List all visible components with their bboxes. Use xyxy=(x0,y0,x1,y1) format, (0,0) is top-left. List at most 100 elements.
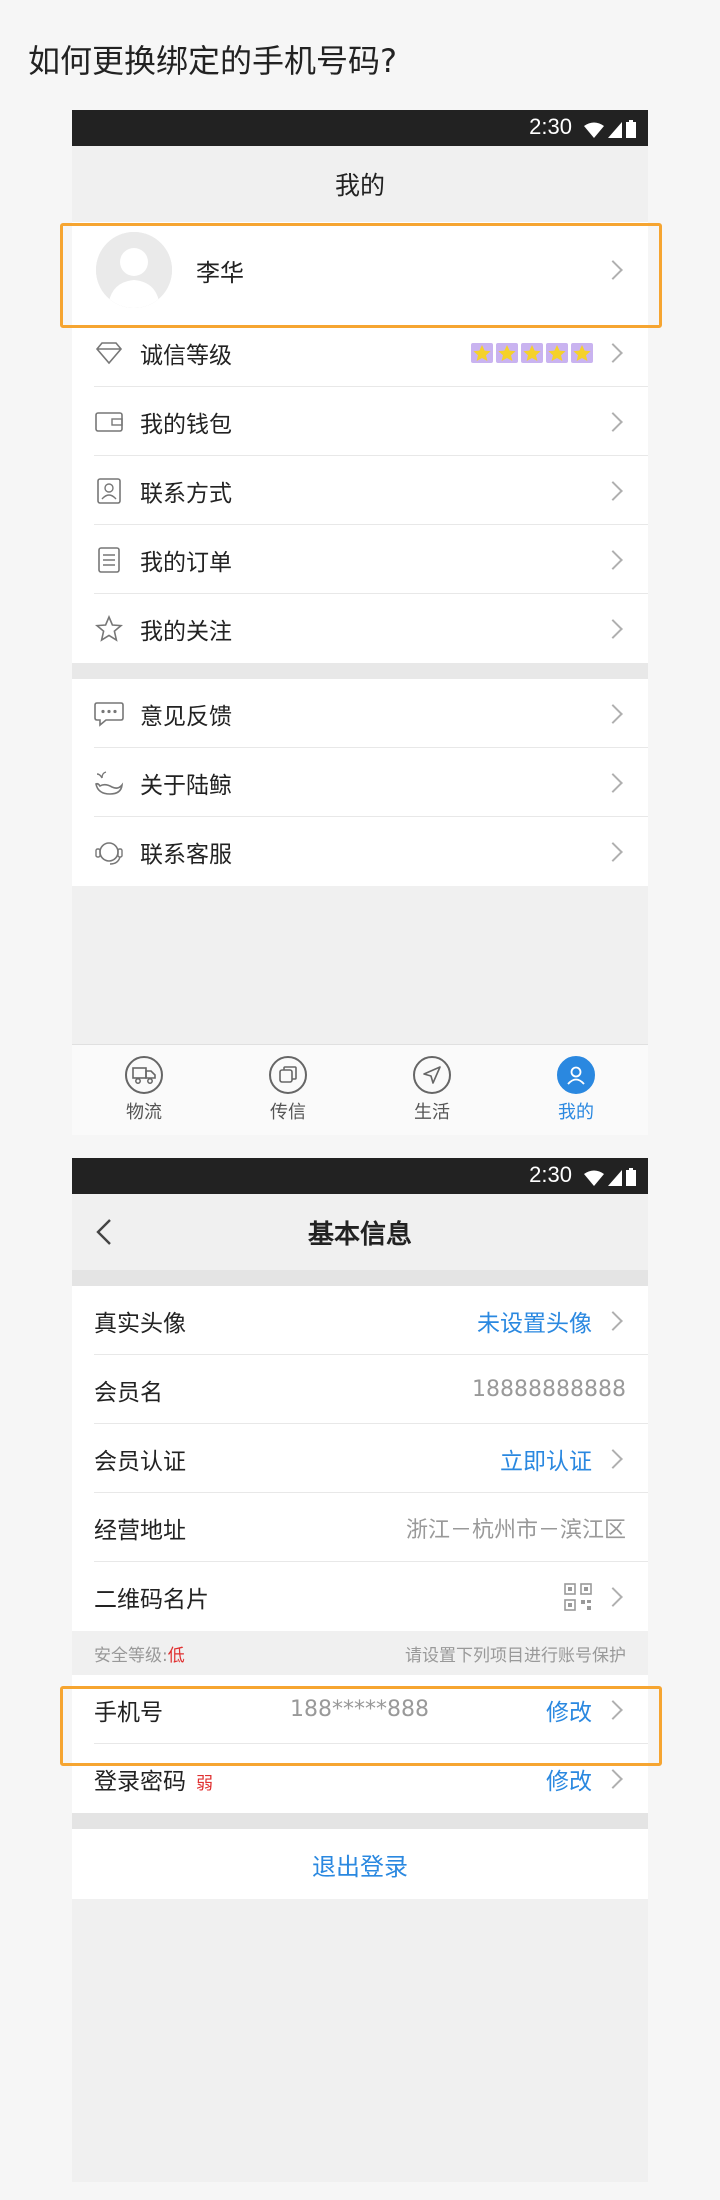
chevron-right-icon xyxy=(603,772,623,793)
page-title: 我的 xyxy=(72,146,648,222)
contact-card-icon xyxy=(94,476,124,506)
avatar-status: 未设置头像 xyxy=(477,1310,592,1337)
security-level-bar: 安全等级:低 请设置下列项目进行账号保护 xyxy=(72,1631,648,1675)
info-row-phone[interactable]: 手机号 188*****888 修改 xyxy=(72,1675,648,1744)
chevron-right-icon xyxy=(603,1310,623,1331)
verify-link[interactable]: 立即认证 xyxy=(500,1442,592,1476)
chevron-right-icon xyxy=(603,1448,623,1469)
chevron-right-icon xyxy=(603,480,623,501)
avatar xyxy=(96,232,172,308)
screen-my-profile: 2:30 我的 李华 诚信等级 我的钱包 联系方式 我的订单 我的关注 意见反馈… xyxy=(72,110,648,1135)
message-icon xyxy=(269,1056,307,1094)
phone-masked-value: 188*****888 xyxy=(290,1697,429,1722)
info-row-label: 二维码名片 xyxy=(94,1586,209,1613)
star-outline-icon xyxy=(94,614,124,644)
star-icon xyxy=(571,342,593,363)
member-name-value: 18888888888 xyxy=(472,1377,626,1402)
menu-item-label: 诚信等级 xyxy=(140,342,232,369)
default-avatar-icon xyxy=(96,232,172,308)
info-row-label-wrap: 登录密码弱 xyxy=(94,1762,546,1796)
headset-icon xyxy=(94,837,124,867)
security-level-label: 安全等级: xyxy=(94,1645,168,1666)
status-bar: 2:30 xyxy=(72,1158,648,1194)
info-row-qrcode[interactable]: 二维码名片 xyxy=(72,1562,648,1631)
menu-item-credit-level[interactable]: 诚信等级 xyxy=(72,318,648,387)
tab-life[interactable]: 生活 xyxy=(360,1045,504,1135)
menu-item-follows[interactable]: 我的关注 xyxy=(72,594,648,663)
info-row-label: 经营地址 xyxy=(94,1517,186,1544)
status-icons xyxy=(584,1166,636,1186)
menu-item-label: 我的订单 xyxy=(140,549,232,576)
battery-icon xyxy=(626,120,636,138)
truck-icon xyxy=(125,1056,163,1094)
status-bar: 2:30 xyxy=(72,110,648,146)
star-icon xyxy=(546,342,568,363)
tab-logistics[interactable]: 物流 xyxy=(72,1045,216,1135)
menu-item-about[interactable]: 关于陆鲸 xyxy=(72,748,648,817)
info-row-verify[interactable]: 会员认证 立即认证 xyxy=(72,1424,648,1493)
battery-icon xyxy=(626,1168,636,1186)
menu-item-customer-service[interactable]: 联系客服 xyxy=(72,817,648,886)
wifi-icon xyxy=(584,122,604,138)
section-divider xyxy=(72,1270,648,1286)
menu-item-wallet[interactable]: 我的钱包 xyxy=(72,387,648,456)
info-row-label: 会员名 xyxy=(94,1379,163,1406)
qr-code-icon xyxy=(564,1582,592,1611)
order-list-icon xyxy=(94,545,124,575)
chevron-right-icon xyxy=(603,342,623,363)
logout-button[interactable]: 退出登录 xyxy=(72,1829,648,1899)
info-row-avatar[interactable]: 真实头像 未设置头像 xyxy=(72,1286,648,1355)
info-row-label: 手机号 xyxy=(94,1699,163,1726)
menu-item-label: 关于陆鲸 xyxy=(140,772,232,799)
password-modify-button[interactable]: 修改 xyxy=(546,1762,592,1796)
star-icon xyxy=(471,342,493,363)
chevron-right-icon xyxy=(603,1768,623,1789)
menu-item-label: 意见反馈 xyxy=(140,703,232,730)
tab-label: 生活 xyxy=(414,1102,450,1123)
credit-stars xyxy=(470,342,594,364)
tab-label: 我的 xyxy=(558,1102,594,1123)
menu-item-contact[interactable]: 联系方式 xyxy=(72,456,648,525)
profile-name: 李华 xyxy=(196,258,244,287)
section-divider xyxy=(72,663,648,679)
address-value: 浙江－杭州市－滨江区 xyxy=(405,1517,626,1543)
bottom-tab-bar: 物流 传信 生活 我的 xyxy=(72,1044,648,1135)
password-weak-badge: 弱 xyxy=(196,1773,213,1794)
menu-item-feedback[interactable]: 意见反馈 xyxy=(72,679,648,748)
chevron-right-icon xyxy=(603,618,623,639)
navigation-icon xyxy=(413,1056,451,1094)
page-header: 基本信息 xyxy=(72,1194,648,1270)
section-divider xyxy=(72,1813,648,1829)
back-arrow-icon[interactable] xyxy=(92,1218,120,1246)
diamond-icon xyxy=(94,338,124,368)
info-row-password[interactable]: 登录密码弱 修改 xyxy=(72,1744,648,1813)
chat-bubble-icon xyxy=(94,699,124,729)
tab-label: 物流 xyxy=(126,1102,162,1123)
wallet-icon xyxy=(94,407,124,437)
chevron-right-icon xyxy=(603,260,623,280)
tab-mine[interactable]: 我的 xyxy=(504,1045,648,1135)
status-time: 2:30 xyxy=(529,1162,572,1187)
status-time: 2:30 xyxy=(529,114,572,139)
info-row-label: 登录密码 xyxy=(94,1768,186,1795)
chevron-right-icon xyxy=(603,1586,623,1607)
chevron-right-icon xyxy=(603,411,623,432)
star-icon xyxy=(496,342,518,363)
profile-row[interactable]: 李华 xyxy=(72,222,648,318)
question-title: 如何更换绑定的手机号码? xyxy=(28,42,397,80)
chevron-right-icon xyxy=(603,841,623,862)
star-icon xyxy=(521,342,543,363)
phone-modify-button[interactable]: 修改 xyxy=(546,1693,592,1727)
signal-icon xyxy=(608,122,622,138)
status-icons xyxy=(584,118,636,138)
page-title: 基本信息 xyxy=(307,1219,412,1250)
menu-item-label: 联系客服 xyxy=(140,841,232,868)
chevron-right-icon xyxy=(603,1699,623,1720)
chevron-right-icon xyxy=(603,703,623,724)
menu-item-orders[interactable]: 我的订单 xyxy=(72,525,648,594)
tab-label: 传信 xyxy=(270,1102,306,1123)
info-row-member-name: 会员名 18888888888 xyxy=(72,1355,648,1424)
tab-messages[interactable]: 传信 xyxy=(216,1045,360,1135)
signal-icon xyxy=(608,1170,622,1186)
person-icon xyxy=(557,1056,595,1094)
